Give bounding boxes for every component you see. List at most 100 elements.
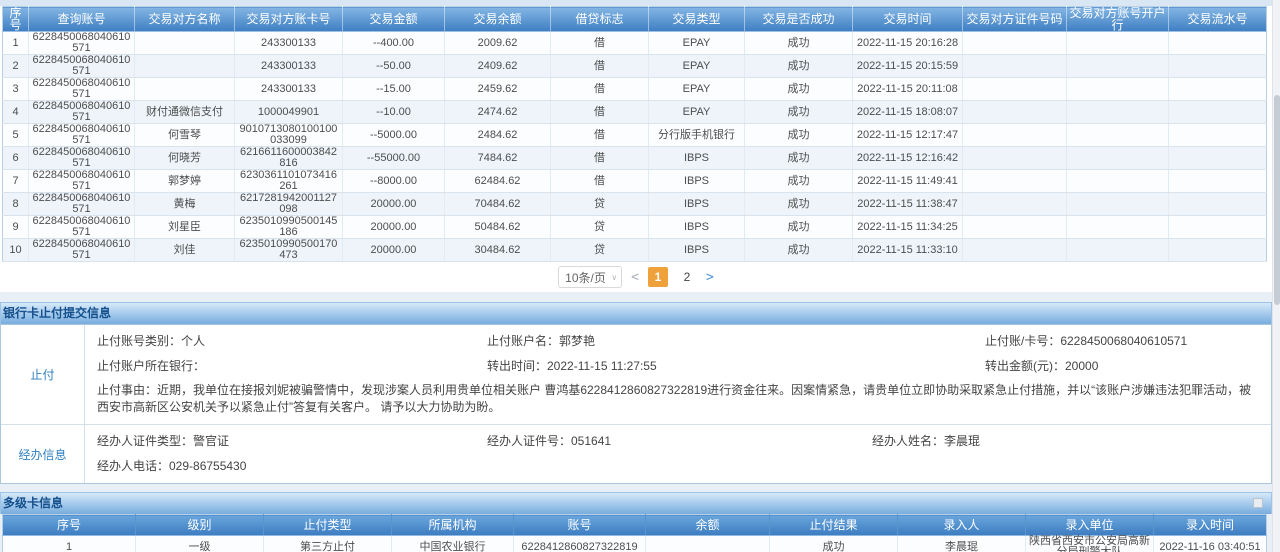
column-header: 交易对方名称 xyxy=(135,7,235,32)
table-cell: 成功 xyxy=(745,55,853,78)
table-cell: 5 xyxy=(3,124,29,147)
scrollbar-thumb[interactable] xyxy=(1274,95,1280,305)
table-cell: 6228412860827322819 xyxy=(514,536,646,552)
column-header: 序号 xyxy=(3,515,136,536)
agent-group-label: 经办信息 xyxy=(1,425,85,483)
column-header: 交易时间 xyxy=(853,7,963,32)
column-header: 交易金额 xyxy=(343,7,445,32)
table-cell xyxy=(963,78,1067,101)
scrollbar-track[interactable] xyxy=(1272,0,1280,552)
table-cell: 成功 xyxy=(745,170,853,193)
prev-page-button[interactable]: < xyxy=(631,270,639,285)
table-cell: 成功 xyxy=(745,124,853,147)
column-header: 借贷标志 xyxy=(551,7,649,32)
column-header: 交易对方账号开户行 xyxy=(1067,7,1169,32)
table-cell: 243300133 xyxy=(235,32,343,55)
table-cell xyxy=(646,536,770,552)
table-cell xyxy=(963,101,1067,124)
table-cell xyxy=(1169,124,1267,147)
table-cell: EPAY xyxy=(649,32,745,55)
column-header: 查询账号 xyxy=(29,7,135,32)
table-row: 56228450068040610571何雪琴90107130801001000… xyxy=(3,124,1267,147)
table-cell xyxy=(135,78,235,101)
table-cell: 何晓芳 xyxy=(135,147,235,170)
column-header: 交易对方账卡号 xyxy=(235,7,343,32)
table-cell: 郭梦婷 xyxy=(135,170,235,193)
column-header: 账号 xyxy=(514,515,646,536)
table-header-row: 序号查询账号交易对方名称交易对方账卡号交易金额交易余额借贷标志交易类型交易是否成… xyxy=(3,7,1267,32)
table-cell: --5000.00 xyxy=(343,124,445,147)
pagination: 10条/页 ∨ < 1 2 > xyxy=(0,262,1272,292)
table-cell: 6228450068040610571 xyxy=(29,193,135,216)
page-button-2[interactable]: 2 xyxy=(677,267,697,287)
table-header-row: 序号级别止付类型所属机构账号余额止付结果录入人录入单位录入时间 xyxy=(3,515,1267,536)
column-header: 止付结果 xyxy=(770,515,898,536)
table-cell xyxy=(1067,124,1169,147)
table-cell: 借 xyxy=(551,32,649,55)
table-cell: 2022-11-15 12:17:47 xyxy=(853,124,963,147)
table-cell: 2022-11-15 11:34:25 xyxy=(853,216,963,239)
spacer xyxy=(0,292,1280,302)
page-button-1[interactable]: 1 xyxy=(648,267,668,287)
table-cell xyxy=(1169,216,1267,239)
table-cell: 分行版手机银行 xyxy=(649,124,745,147)
table-row: 46228450068040610571财付通微信支付1000049901--1… xyxy=(3,101,1267,124)
table-cell: 10 xyxy=(3,239,29,262)
table-cell: 何雪琴 xyxy=(135,124,235,147)
table-cell: 2022-11-15 20:16:28 xyxy=(853,32,963,55)
table-cell: 黄梅 xyxy=(135,193,235,216)
table-cell: 2 xyxy=(3,55,29,78)
collapse-icon[interactable] xyxy=(1253,498,1263,508)
table-cell xyxy=(1169,101,1267,124)
table-cell xyxy=(135,55,235,78)
table-cell xyxy=(1169,193,1267,216)
next-page-button[interactable]: > xyxy=(706,270,714,285)
table-cell: 6228450068040610571 xyxy=(29,147,135,170)
table-cell xyxy=(963,55,1067,78)
table-cell: 2022-11-15 20:11:08 xyxy=(853,78,963,101)
field-card-number: 止付账/卡号：6228450068040610571 xyxy=(985,329,1263,354)
table-cell: 2474.62 xyxy=(445,101,551,124)
table-cell xyxy=(1169,147,1267,170)
table-cell: 2022-11-16 03:40:51 xyxy=(1154,536,1267,552)
column-header: 交易对方证件号码 xyxy=(963,7,1067,32)
table-cell xyxy=(1169,55,1267,78)
table-row: 106228450068040610571刘佳62350109905001704… xyxy=(3,239,1267,262)
field-agent-cert-type: 经办人证件类型：警官证 xyxy=(97,429,487,454)
multi-card-table: 序号级别止付类型所属机构账号余额止付结果录入人录入单位录入时间 1一级第三方止付… xyxy=(2,514,1267,552)
transactions-panel: 序号查询账号交易对方名称交易对方账卡号交易金额交易余额借贷标志交易类型交易是否成… xyxy=(0,0,1272,292)
table-cell: 借 xyxy=(551,55,649,78)
column-header: 序号 xyxy=(3,7,29,32)
table-cell xyxy=(1067,239,1169,262)
table-cell: 6228450068040610571 xyxy=(29,78,135,101)
stop-payment-title-bar: 银行卡止付提交信息 xyxy=(0,302,1272,324)
table-cell: 李晨琨 xyxy=(898,536,1026,552)
table-cell xyxy=(135,32,235,55)
table-cell: 2459.62 xyxy=(445,78,551,101)
table-cell: 借 xyxy=(551,101,649,124)
table-cell: 30484.62 xyxy=(445,239,551,262)
table-cell: 4 xyxy=(3,101,29,124)
table-cell: IBPS xyxy=(649,170,745,193)
table-cell: 6228450068040610571 xyxy=(29,55,135,78)
column-header: 止付类型 xyxy=(264,515,392,536)
table-cell: 2022-11-15 11:49:41 xyxy=(853,170,963,193)
table-cell: 8 xyxy=(3,193,29,216)
field-agent-phone: 经办人电话：029-86755430 xyxy=(97,454,487,479)
multi-card-title: 多级卡信息 xyxy=(3,496,63,510)
table-cell xyxy=(1169,78,1267,101)
table-cell: 6235010990500145186 xyxy=(235,216,343,239)
field-account-type: 止付账号类别：个人 xyxy=(97,329,487,354)
table-cell: 6228450068040610571 xyxy=(29,216,135,239)
table-cell: 借 xyxy=(551,170,649,193)
agent-group-body: 经办人证件类型：警官证 经办人证件号：051641 经办人姓名：李晨琨 经办人电… xyxy=(85,425,1271,483)
field-transfer-time: 转出时间：2022-11-15 11:27:55 xyxy=(487,354,985,379)
stop-payment-fields: 止付账号类别：个人 止付账户名：郭梦艳 止付账/卡号：6228450068040… xyxy=(97,329,1263,379)
page-size-select[interactable]: 10条/页 ∨ xyxy=(558,266,622,288)
column-header: 级别 xyxy=(136,515,264,536)
table-cell: 陕西省西安市公安局高新分局刑警大队 xyxy=(1026,536,1154,552)
column-header: 录入单位 xyxy=(1026,515,1154,536)
table-cell: --10.00 xyxy=(343,101,445,124)
table-cell: 2022-11-15 18:08:07 xyxy=(853,101,963,124)
table-cell: 成功 xyxy=(745,147,853,170)
